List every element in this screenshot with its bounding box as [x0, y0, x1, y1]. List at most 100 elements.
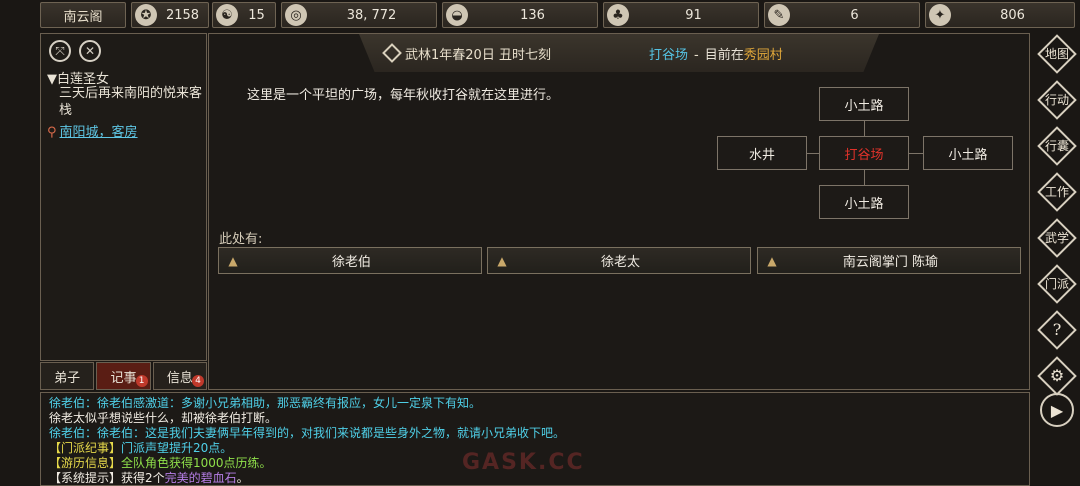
stat-value: 38, 772 — [346, 7, 397, 23]
play-button[interactable]: ▶ — [1040, 393, 1074, 427]
map-connector — [807, 153, 819, 154]
map-node-current: 打谷场 — [819, 136, 909, 170]
action-button[interactable]: 行动 — [1037, 80, 1077, 120]
log-line: 徐老伯：徐老伯感激道：多谢小兄弟相助，那恶霸终有报应，女儿一定泉下有知。 — [49, 396, 482, 410]
map-connector — [864, 170, 865, 185]
person-icon: ▲ — [497, 253, 507, 268]
log-tag: 【门派纪事】 — [49, 441, 122, 455]
food-bowl-icon: ◒ — [446, 4, 468, 26]
tab-label: 记事 — [110, 370, 137, 386]
log-tag: 【游历信息】 — [49, 456, 122, 470]
npc-name: 徐老太 — [600, 255, 640, 270]
map-node-south[interactable]: 小土路 — [819, 185, 909, 219]
node-label: 小土路 — [844, 98, 884, 114]
quest-location-link[interactable]: 南阳城，客房 — [60, 125, 138, 140]
side-menu: 地图 行动 行囊 工作 武学 门派 ? ⚙ ▶ — [1034, 33, 1080, 486]
person-icon: ▲ — [767, 253, 777, 268]
menu-label: 行囊 — [1044, 139, 1069, 153]
npc-name: 徐老伯 — [331, 255, 371, 270]
date-text: 武林1年春20日 丑时七刻 — [405, 47, 551, 63]
map-node-west[interactable]: 水井 — [717, 136, 807, 170]
scene-description: 这里是一个平坦的广场，每年秋收打谷就在这里进行。 — [247, 88, 560, 103]
quest-description: 三天后再来南阳的悦来客栈 — [59, 86, 203, 118]
map-connector — [909, 153, 923, 154]
calendar-diamond-icon — [382, 43, 402, 63]
person-icon: ▲ — [228, 253, 238, 268]
game-date: 武林1年春20日 丑时七刻 — [382, 43, 551, 63]
log-text: 获得2个 — [121, 471, 165, 485]
stat-value: 806 — [1000, 7, 1025, 23]
bag-button[interactable]: 行囊 — [1037, 126, 1077, 166]
log-item: 完美的碧血石 — [164, 471, 237, 485]
map-connector — [864, 121, 865, 136]
close-icon[interactable]: ✕ — [79, 40, 101, 62]
log-text: 。 — [236, 471, 249, 485]
quest-location[interactable]: ⚲ 南阳城，客房 — [47, 121, 138, 140]
settings-button[interactable]: ⚙ — [1037, 356, 1077, 396]
stat-value: 15 — [248, 7, 265, 23]
expand-icon[interactable]: ⤧ — [49, 40, 71, 62]
stat-value: 6 — [850, 7, 859, 23]
location-pin-icon: ⚲ — [47, 125, 57, 140]
tab-label: 弟子 — [54, 370, 81, 386]
separator: - — [694, 47, 699, 63]
sect-button[interactable]: 门派 — [1037, 264, 1077, 304]
stat-food[interactable]: ◒ 136 — [442, 2, 598, 28]
quest-panel: ⤧ ✕ ▼白莲圣女 三天后再来南阳的悦来客栈 ⚲ 南阳城，客房 — [40, 33, 207, 361]
martial-arts-button[interactable]: 武学 — [1037, 218, 1077, 258]
work-button[interactable]: 工作 — [1037, 172, 1077, 212]
notification-badge: 4 — [191, 375, 204, 387]
map-button[interactable]: 地图 — [1037, 34, 1077, 74]
top-bar: 南云阁 ✪ 2158 ☯ 15 ◎ 38, 772 ◒ 136 ♣ 91 ✎ 6 ✦ 806 — [40, 2, 1080, 30]
scene-header: 武林1年春20日 丑时七刻 打谷场 - 目前在秀园村 — [359, 34, 879, 72]
tab-disciples[interactable]: 弟子 — [40, 362, 95, 390]
map-node-north[interactable]: 小土路 — [819, 87, 909, 121]
sect-name-button[interactable]: 南云阁 — [40, 2, 126, 28]
menu-label: 武学 — [1044, 231, 1069, 245]
stat-value: 91 — [685, 7, 702, 23]
node-label: 小土路 — [948, 147, 988, 163]
watermark: GASK.CC — [462, 450, 585, 475]
log-tag: 【系统提示】 — [49, 471, 122, 485]
menu-label: 地图 — [1044, 47, 1069, 61]
log-line: 徐老太似乎想说些什么，却被徐老伯打断。 — [49, 411, 278, 425]
node-label: 水井 — [748, 147, 775, 163]
menu-label: 工作 — [1044, 185, 1069, 199]
village-name: 秀园村 — [743, 47, 783, 63]
place-name: 打谷场 — [649, 47, 689, 63]
node-label: 小土路 — [844, 196, 884, 212]
stat-yinyang[interactable]: ☯ 15 — [212, 2, 276, 28]
tab-label: 信息 — [166, 370, 193, 386]
help-button[interactable]: ? — [1037, 310, 1077, 350]
stat-beast[interactable]: ✦ 806 — [925, 2, 1075, 28]
stat-coin[interactable]: ◎ 38, 772 — [281, 2, 437, 28]
node-label: 打谷场 — [844, 147, 884, 163]
npc-name: 南云阁掌门 陈瑜 — [842, 255, 939, 270]
coin-icon: ◎ — [285, 4, 307, 26]
play-icon: ▶ — [1050, 400, 1064, 420]
scene-panel: 武林1年春20日 丑时七刻 打谷场 - 目前在秀园村 这里是一个平坦的广场，每年秋收… — [208, 33, 1030, 390]
menu-label: 门派 — [1044, 277, 1069, 291]
beast-icon: ✦ — [929, 4, 951, 26]
yinyang-icon: ☯ — [216, 4, 238, 26]
npc-button[interactable]: ▲ 徐老伯 — [218, 247, 482, 274]
tab-messages[interactable]: 信息 4 — [152, 362, 207, 390]
menu-label: 行动 — [1044, 93, 1069, 107]
location-prefix: 目前在 — [704, 47, 744, 63]
gear-icon: ⚙ — [1049, 366, 1065, 385]
current-location: 打谷场 - 目前在秀园村 — [649, 44, 783, 63]
scroll-icon: ✎ — [768, 4, 790, 26]
log-text: 门派声望提升20点。 — [121, 441, 233, 455]
notification-badge: 1 — [135, 375, 148, 387]
map-node-east[interactable]: 小土路 — [923, 136, 1013, 170]
help-icon: ? — [1052, 320, 1062, 339]
stat-scroll[interactable]: ✎ 6 — [764, 2, 920, 28]
npc-button[interactable]: ▲ 徐老太 — [487, 247, 751, 274]
tab-journal[interactable]: 记事 1 — [96, 362, 151, 390]
herb-icon: ♣ — [607, 4, 629, 26]
npc-button[interactable]: ▲ 南云阁掌门 陈瑜 — [757, 247, 1021, 274]
stat-herb[interactable]: ♣ 91 — [603, 2, 759, 28]
log-text: 全队角色获得1000点历练。 — [121, 456, 272, 470]
stat-value: 2158 — [165, 7, 200, 23]
stat-prestige[interactable]: ✪ 2158 — [131, 2, 209, 28]
